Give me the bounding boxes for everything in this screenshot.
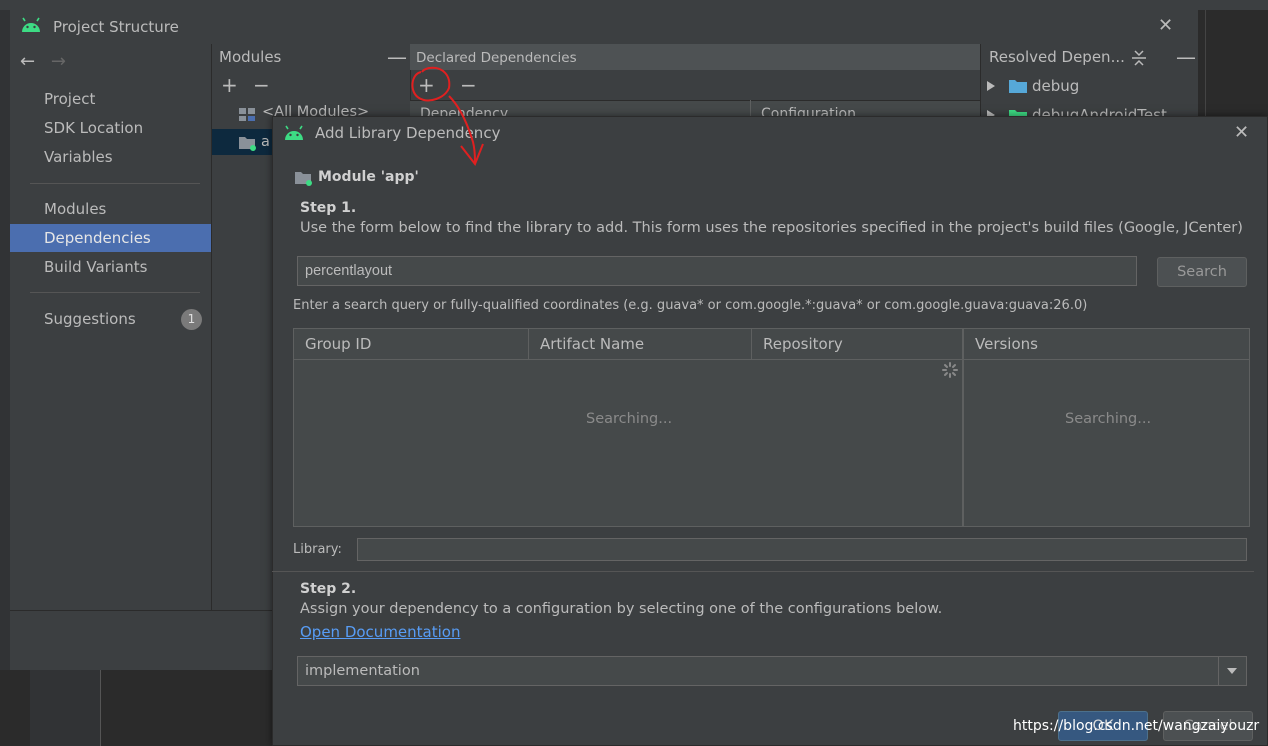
resolved-item-debug-android-test[interactable]: debugAndroidTest xyxy=(1032,106,1167,116)
open-documentation-link[interactable]: Open Documentation xyxy=(300,623,460,641)
column-versions[interactable]: Versions xyxy=(964,329,1249,360)
column-group-id[interactable]: Group ID xyxy=(294,329,529,360)
project-structure-footer xyxy=(10,610,272,670)
resolved-dependencies-header: Resolved Depen... xyxy=(989,48,1125,66)
nav-arrows: ← → xyxy=(20,51,66,72)
back-arrow-icon[interactable]: ← xyxy=(20,51,35,72)
select-divider xyxy=(1218,657,1219,685)
folder-icon xyxy=(1009,80,1027,93)
module-item-app[interactable]: app xyxy=(261,134,271,150)
watermark-text: https://blog.csdn.net/wangzaiyouzr xyxy=(1013,718,1260,734)
remove-module-button[interactable]: − xyxy=(253,75,270,95)
nav-item-build-variants[interactable]: Build Variants xyxy=(10,253,211,281)
versions-status: Searching... xyxy=(1065,411,1152,427)
folder-icon xyxy=(1009,110,1027,116)
ide-divider xyxy=(100,670,101,746)
add-module-button[interactable]: + xyxy=(221,75,238,95)
modules-group-icon xyxy=(239,108,255,121)
suggestions-count-badge: 1 xyxy=(181,309,202,330)
step1-heading: Step 1. xyxy=(300,200,357,216)
nav-item-modules[interactable]: Modules xyxy=(10,195,211,223)
configuration-value: implementation xyxy=(305,663,420,679)
nav-item-dependencies[interactable]: Dependencies xyxy=(10,224,211,252)
window-title: Project Structure xyxy=(53,18,179,36)
collapse-all-icon[interactable] xyxy=(1130,49,1148,67)
column-divider xyxy=(750,100,751,116)
ide-line-gutter xyxy=(30,670,100,746)
close-icon[interactable]: ✕ xyxy=(1158,15,1173,36)
expand-arrow-icon[interactable] xyxy=(986,109,996,116)
column-artifact-name[interactable]: Artifact Name xyxy=(529,329,752,360)
annotation-circle-arrow xyxy=(411,66,484,166)
project-structure-titlebar xyxy=(10,10,1198,44)
module-folder-icon xyxy=(239,137,256,151)
module-label: Module 'app' xyxy=(318,169,419,185)
column-repository[interactable]: Repository xyxy=(752,329,962,360)
library-search-input[interactable] xyxy=(297,256,1137,286)
ide-right-area xyxy=(1198,10,1268,116)
expand-arrow-icon[interactable] xyxy=(986,80,996,92)
search-button[interactable]: Search xyxy=(1157,257,1247,287)
library-field[interactable] xyxy=(357,538,1247,561)
step2-description: Assign your dependency to a configuratio… xyxy=(300,601,943,617)
nav-item-project[interactable]: Project xyxy=(10,85,211,113)
step2-heading: Step 2. xyxy=(300,581,357,597)
collapse-icon[interactable]: — xyxy=(387,47,407,67)
search-hint: Enter a search query or fully-qualified … xyxy=(293,298,1088,313)
nav-divider xyxy=(30,292,200,293)
nav-divider xyxy=(30,183,200,184)
ide-background xyxy=(0,0,1268,10)
step1-description: Use the form below to find the library t… xyxy=(300,220,1243,236)
library-label: Library: xyxy=(293,542,342,557)
chevron-down-icon[interactable] xyxy=(1226,667,1238,675)
configuration-select[interactable]: implementation xyxy=(297,656,1247,686)
modules-header: Modules xyxy=(219,48,282,66)
nav-item-sdk-location[interactable]: SDK Location xyxy=(10,114,211,142)
android-icon xyxy=(285,125,303,140)
dialog-close-icon[interactable]: ✕ xyxy=(1234,122,1249,143)
loading-spinner-icon xyxy=(942,362,958,378)
hide-panel-icon[interactable]: — xyxy=(1176,47,1196,67)
android-icon xyxy=(22,17,40,32)
step-divider xyxy=(272,571,1254,572)
resolved-item-debug[interactable]: debug xyxy=(1032,77,1079,95)
forward-arrow-icon[interactable]: → xyxy=(51,51,66,72)
ide-gutter xyxy=(0,10,10,746)
module-folder-icon xyxy=(295,172,312,186)
column-configuration: Configuration xyxy=(761,106,856,116)
results-status: Searching... xyxy=(586,411,673,427)
nav-item-variables[interactable]: Variables xyxy=(10,143,211,171)
ide-right-divider xyxy=(1205,10,1206,116)
